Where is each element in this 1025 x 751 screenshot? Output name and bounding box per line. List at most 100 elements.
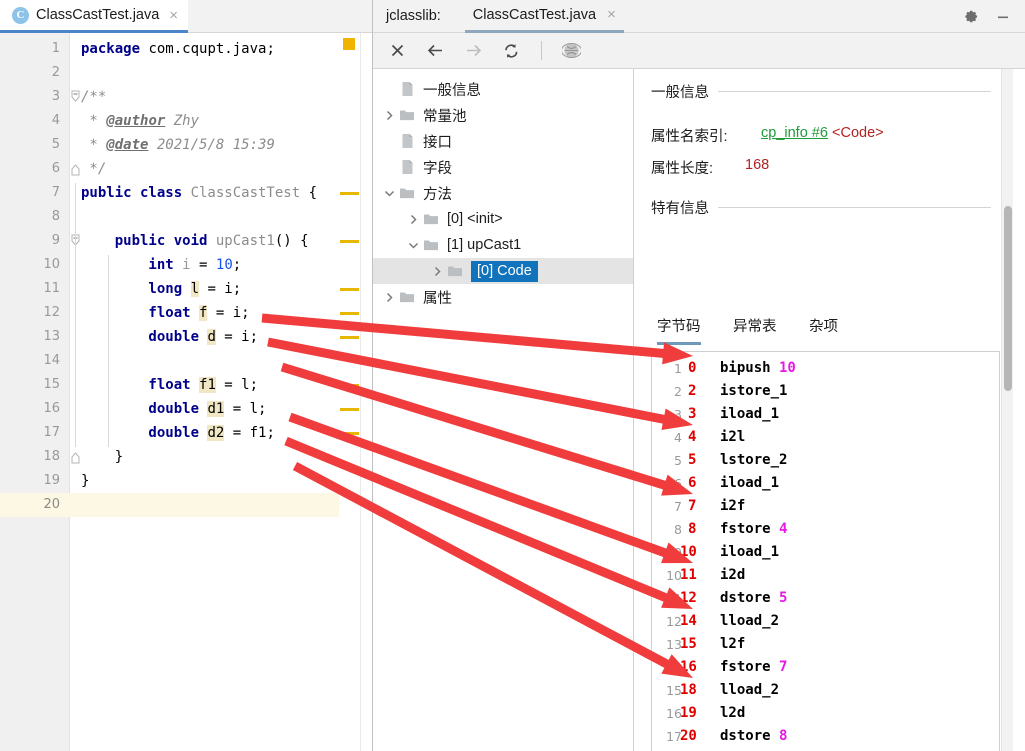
code-line[interactable]: /** (81, 85, 106, 109)
code-token: = f1; (224, 425, 275, 441)
change-marker[interactable] (340, 384, 359, 387)
inspection-status-marker[interactable] (343, 38, 355, 50)
code-line[interactable]: } (81, 445, 123, 469)
tree-item-5[interactable]: [0] <init> (373, 206, 633, 232)
tab-exception-table[interactable]: 异常表 (733, 315, 777, 345)
tab-misc[interactable]: 杂项 (809, 315, 838, 345)
bytecode-line-number: 8 (674, 522, 682, 537)
change-marker[interactable] (340, 192, 359, 195)
editor-scrollbar-rail[interactable] (360, 33, 372, 751)
change-marker[interactable] (340, 408, 359, 411)
attribute-name-index-value: <Code> (832, 125, 884, 141)
bytecode-row[interactable]: 10 11 i2d (652, 564, 999, 587)
change-marker[interactable] (340, 288, 359, 291)
code-line[interactable]: } (81, 469, 89, 493)
bytecode-instruction: l2d (720, 705, 746, 721)
bytecode-instruction: i2d (720, 567, 746, 583)
editor-line-number-gutter[interactable]: 1 2 3 4 5 6 7 8 9 10 11 12 13 14 15 16 17 18 19 20 (0, 33, 70, 751)
code-line[interactable]: */ (81, 157, 106, 181)
cp-info-link[interactable]: cp_info #6 (761, 125, 828, 141)
bytecode-row[interactable]: 15 18 lload_2 (652, 679, 999, 702)
bytecode-row[interactable]: 12 14 lload_2 (652, 610, 999, 633)
code-line[interactable]: * @date 2021/5/8 15:39 (81, 133, 274, 157)
attribute-length-label: 属性长度: (651, 161, 714, 177)
editor-tab-classcasttest[interactable]: C ClassCastTest.java × (0, 0, 189, 33)
fold-marker-icon[interactable] (70, 85, 81, 109)
change-marker[interactable] (340, 336, 359, 339)
change-marker[interactable] (340, 312, 359, 315)
bytecode-row[interactable]: 6 6 iload_1 (652, 472, 999, 495)
code-line[interactable]: double d2 = f1; (81, 421, 275, 445)
change-marker[interactable] (340, 240, 359, 243)
close-button[interactable] (387, 40, 408, 61)
bytecode-offset: 11 (680, 567, 697, 583)
tree-item-1[interactable]: 常量池 (373, 102, 633, 128)
code-line[interactable]: public void upCast1() { (81, 229, 309, 253)
chevron-right-icon[interactable] (381, 292, 397, 303)
detail-scrollbar[interactable] (1001, 69, 1013, 751)
chevron-down-icon[interactable] (405, 240, 421, 251)
code-token: d1 (207, 401, 225, 417)
chevron-right-icon[interactable] (429, 266, 445, 277)
code-line[interactable]: long l = i; (81, 277, 241, 301)
java-class-icon: C (12, 6, 29, 24)
bytecode-row[interactable]: 11 12 dstore 5 (652, 587, 999, 610)
refresh-button[interactable] (501, 40, 522, 61)
chevron-down-icon[interactable] (381, 188, 397, 199)
tab-bytecode[interactable]: 字节码 (657, 315, 701, 345)
tree-item-4[interactable]: 方法 (373, 180, 633, 206)
code-line[interactable]: package com.cqupt.java; (81, 37, 275, 61)
tree-item-0[interactable]: 一般信息 (373, 76, 633, 102)
code-editor-pane: C ClassCastTest.java × 1 2 3 4 5 6 7 8 9 10 11 12 13… (0, 0, 373, 751)
bytecode-row[interactable]: 4 4 i2l (652, 426, 999, 449)
code-line[interactable]: public class ClassCastTest { (81, 181, 317, 205)
tree-item-6[interactable]: [1] upCast1 (373, 232, 633, 258)
bytecode-line-number: 1 (674, 361, 682, 376)
bytecode-row[interactable]: 2 2 istore_1 (652, 380, 999, 403)
bytecode-row[interactable]: 13 15 l2f (652, 633, 999, 656)
fold-marker-icon[interactable] (70, 157, 81, 181)
code-line[interactable]: int i = 10; (81, 253, 241, 277)
chevron-right-icon[interactable] (381, 110, 397, 121)
bytecode-row[interactable]: 14 16 fstore 7 (652, 656, 999, 679)
bytecode-instruction: fstore 4 (720, 521, 788, 537)
tree-item-2[interactable]: 接口 (373, 128, 633, 154)
bytecode-offset: 6 (688, 475, 697, 491)
globe-icon[interactable] (561, 40, 582, 61)
bytecode-offset: 20 (680, 728, 697, 744)
close-icon[interactable]: × (607, 7, 616, 22)
back-button[interactable] (425, 40, 446, 61)
class-structure-tree[interactable]: 一般信息 常量池 接口 字段 方法 [0] <init> [1] upCast1 [0] Co… (373, 69, 634, 751)
code-line[interactable]: float f = i; (81, 301, 250, 325)
minimize-icon[interactable] (995, 9, 1011, 25)
change-marker[interactable] (340, 432, 359, 435)
line-number: 13 (43, 329, 60, 344)
bytecode-row[interactable]: 3 3 iload_1 (652, 403, 999, 426)
detail-scrollbar-thumb[interactable] (1004, 206, 1012, 391)
chevron-right-icon[interactable] (405, 214, 421, 225)
tool-tab-classcasttest[interactable]: ClassCastTest.java × (464, 0, 624, 33)
bytecode-listing[interactable]: 1 0 bipush 10 2 2 istore_1 3 3 iload_1 4 4 i2l 5 5 lst… (651, 351, 1000, 751)
bytecode-instruction: fstore 7 (720, 659, 788, 675)
bytecode-row[interactable]: 5 5 lstore_2 (652, 449, 999, 472)
bytecode-row[interactable]: 1 0 bipush 10 (652, 357, 999, 380)
tree-item-8[interactable]: 属性 (373, 284, 633, 310)
editor-code-area[interactable]: package com.cqupt.java; /** * @author Zhy… (70, 33, 362, 751)
line-number: 20 (43, 497, 60, 512)
bytecode-offset: 0 (688, 360, 697, 376)
bytecode-offset: 14 (680, 613, 697, 629)
bytecode-row[interactable]: 16 19 l2d (652, 702, 999, 725)
bytecode-row[interactable]: 9 10 iload_1 (652, 541, 999, 564)
bytecode-row[interactable]: 7 7 i2f (652, 495, 999, 518)
tool-window-title: jclasslib: (386, 8, 441, 24)
gear-icon[interactable] (963, 9, 979, 25)
code-line[interactable]: * @author Zhy (81, 109, 199, 133)
tree-item-3[interactable]: 字段 (373, 154, 633, 180)
code-token: Zhy (165, 113, 200, 129)
close-icon[interactable]: × (169, 8, 178, 23)
bytecode-row[interactable]: 8 8 fstore 4 (652, 518, 999, 541)
fold-marker-icon[interactable] (70, 445, 81, 469)
line-number: 18 (43, 449, 60, 464)
tree-item-7[interactable]: [0] Code (373, 258, 633, 284)
bytecode-row[interactable]: 17 20 dstore 8 (652, 725, 999, 748)
